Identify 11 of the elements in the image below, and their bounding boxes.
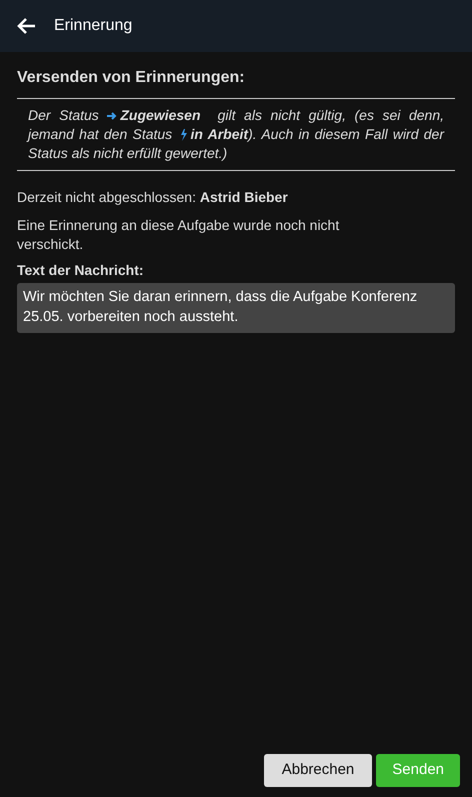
pending-text: Derzeit nicht abgeschlossen: Astrid Bieber <box>17 188 289 207</box>
info-text: Eine Erinnerung an diese Aufgabe wurde noch nicht verschickt. <box>17 216 340 254</box>
status-note: Der Status Zugewiesen gilt als nicht gültig, (es sei denn, jemand hat den Status in Arbeit). Auch in diesem Fall wird der Status als nicht erfüllt gewertet.) <box>26 106 446 163</box>
message-label: Text der Nachricht: <box>17 261 145 280</box>
back-arrow-icon[interactable] <box>16 17 36 35</box>
arrow-icon <box>107 112 118 120</box>
window-title: Erinnerung <box>54 16 132 36</box>
message-field[interactable]: Wir möchten Sie daran erinnern, dass die Aufgabe Konferenz 25.05. vorbereiten noch aussteht. <box>17 283 455 333</box>
section-title: Versenden von Erinnerungen: <box>17 68 246 88</box>
lightning-icon <box>180 129 188 142</box>
cancel-button[interactable]: Abbrechen <box>264 754 372 787</box>
